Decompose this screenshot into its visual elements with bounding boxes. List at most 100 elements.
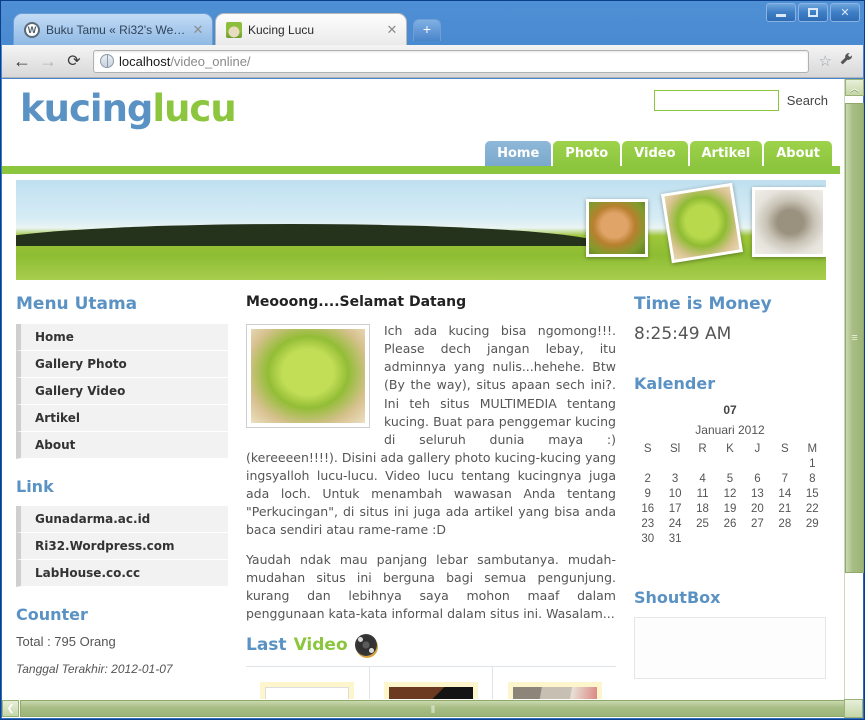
calendar-day-cell[interactable]: 12 [716, 486, 743, 501]
calendar-day-cell[interactable]: 10 [661, 486, 688, 501]
calendar-table: S Sl R K J S M 1 2 3 4 5 6 7 8 9 10 11 12 13 14 15 16 17… [634, 441, 826, 546]
browser-tab-active[interactable]: Kucing Lucu ✕ [215, 13, 407, 45]
calendar-day-cell[interactable]: 22 [799, 501, 826, 516]
calendar-day-cell[interactable]: 20 [744, 501, 771, 516]
bookmark-star-icon[interactable]: ☆ [815, 52, 836, 70]
vertical-scrollbar[interactable]: ︿ [844, 79, 864, 699]
link-item-labhouse[interactable]: LabHouse.co.cc [16, 560, 228, 587]
calendar-header: K [726, 442, 734, 455]
calendar-day-cell[interactable]: 30 [634, 531, 661, 546]
scroll-left-button[interactable]: ❮ [2, 700, 19, 717]
vertical-scroll-thumb[interactable] [845, 103, 864, 573]
browser-window: ✕ Buku Tamu « Ri32's Weblog ✕ Kucing Luc… [0, 0, 865, 720]
calendar-day-cell [716, 456, 743, 471]
horizontal-scroll-thumb[interactable] [20, 700, 845, 717]
calendar-day-cell[interactable]: 5 [716, 471, 743, 486]
nav-item-video[interactable]: Video [622, 141, 688, 166]
site-header: kucinglucu Search Home Photo Video Artik… [2, 79, 840, 166]
page-viewport: kucinglucu Search Home Photo Video Artik… [2, 79, 863, 718]
calendar-header-row: S Sl R K J S M [634, 441, 826, 456]
address-bar[interactable]: localhost/video_online/ [93, 49, 809, 73]
back-icon[interactable]: ← [9, 48, 35, 74]
site-logo[interactable]: kucinglucu [20, 87, 237, 130]
ginger-kitten-photo [586, 199, 648, 257]
nav-item-photo[interactable]: Photo [553, 141, 621, 166]
wrench-icon[interactable] [836, 52, 856, 70]
link-item-gunadarma[interactable]: Gunadarma.ac.id [16, 506, 228, 533]
close-icon[interactable]: ✕ [190, 22, 206, 38]
address-bar-text: localhost/video_online/ [119, 54, 251, 69]
widget-title-link: Link [16, 477, 54, 496]
tab-strip: Buku Tamu « Ri32's Weblog ✕ Kucing Lucu … [7, 13, 864, 47]
video-placeholder-thumb[interactable] [260, 682, 355, 700]
calendar-day-cell[interactable]: 3 [661, 471, 688, 486]
calendar-day-cell [716, 531, 743, 546]
calendar-day-cell[interactable]: 2 [634, 471, 661, 486]
video-cell[interactable] [246, 667, 370, 700]
horizontal-scrollbar[interactable]: ❮ ❯ [2, 699, 863, 718]
calendar-day-cell [744, 456, 771, 471]
browser-tab-inactive[interactable]: Buku Tamu « Ri32's Weblog ✕ [13, 13, 213, 45]
sidebar-item-home[interactable]: Home [16, 324, 228, 351]
tuxedo-cat-video-thumb[interactable] [384, 682, 478, 700]
calendar-day-cell[interactable]: 1 [799, 456, 826, 471]
calendar-day-cell[interactable]: 14 [771, 486, 798, 501]
calendar-day-cell [799, 531, 826, 546]
reload-icon[interactable]: ⟳ [61, 48, 87, 74]
calendar-day-cell[interactable]: 17 [661, 501, 688, 516]
new-tab-button[interactable]: + [413, 19, 441, 41]
video-thumbnail-grid [246, 666, 616, 700]
calendar-day-cell[interactable]: 15 [799, 486, 826, 501]
calendar-day-cell[interactable]: 4 [689, 471, 716, 486]
calendar-day-cell[interactable]: 25 [689, 516, 716, 531]
nav-item-home[interactable]: Home [485, 141, 552, 166]
calendar-day-cell[interactable]: 24 [661, 516, 688, 531]
calendar-day-cell[interactable]: 31 [661, 531, 688, 546]
cat-favicon-icon [226, 21, 242, 38]
two-tabby-kittens-video-thumb[interactable] [507, 682, 602, 700]
video-cell[interactable] [370, 667, 494, 700]
calendar-day-cell[interactable]: 19 [716, 501, 743, 516]
sidebar-item-gallery-photo[interactable]: Gallery Photo [16, 351, 228, 378]
calendar-day-cell[interactable]: 23 [634, 516, 661, 531]
horizontal-scroll-track[interactable] [19, 700, 846, 717]
right-sidebar: Time is Money 8:25:49 AM Kalender 07 Jan… [634, 294, 826, 700]
calendar-day-cell[interactable]: 11 [689, 486, 716, 501]
search-button[interactable]: Search [787, 93, 828, 108]
link-item-ri32-wordpress[interactable]: Ri32.Wordpress.com [16, 533, 228, 560]
calendar-day-cell[interactable]: 28 [771, 516, 798, 531]
nav-item-artikel[interactable]: Artikel [689, 141, 763, 166]
calendar-day-cell[interactable]: 13 [744, 486, 771, 501]
forward-icon[interactable]: → [35, 48, 61, 74]
calendar-day-cell[interactable]: 27 [744, 516, 771, 531]
calendar-day-cell[interactable]: 9 [634, 486, 661, 501]
sidebar-item-gallery-video[interactable]: Gallery Video [16, 378, 228, 405]
calendar-day-cell[interactable]: 29 [799, 516, 826, 531]
calendar-day-cell[interactable]: 7 [771, 471, 798, 486]
sidebar-item-about[interactable]: About [16, 432, 228, 459]
shoutbox-frame[interactable] [634, 617, 826, 679]
calendar-header: S [780, 442, 789, 455]
logo-part-1: kucing [20, 87, 153, 130]
calendar-day-cell [689, 531, 716, 546]
logo-part-2: lucu [152, 87, 236, 130]
search-input[interactable] [653, 90, 779, 111]
calendar-header: S [643, 442, 652, 455]
calendar-day-cell [744, 531, 771, 546]
calendar-day-cell[interactable]: 21 [771, 501, 798, 516]
scroll-up-button[interactable]: ︿ [845, 79, 864, 96]
sidebar-item-artikel[interactable]: Artikel [16, 405, 228, 432]
calendar-week-row: 1 [634, 456, 826, 471]
calendar-month: Januari 2012 [695, 423, 765, 437]
calendar-day-cell[interactable]: 18 [689, 501, 716, 516]
nav-item-about[interactable]: About [764, 141, 832, 166]
calendar-day-cell[interactable]: 16 [634, 501, 661, 516]
counter-last-date: Tanggal Terakhir: 2012-01-07 [16, 662, 173, 676]
calendar-day-cell[interactable]: 26 [716, 516, 743, 531]
widget-title-shoutbox: ShoutBox [634, 588, 721, 607]
close-icon[interactable]: ✕ [384, 22, 400, 38]
calendar-day-cell[interactable]: 6 [744, 471, 771, 486]
url-host: localhost [119, 53, 171, 69]
video-cell[interactable] [493, 667, 616, 700]
calendar-day-cell[interactable]: 8 [799, 471, 826, 486]
